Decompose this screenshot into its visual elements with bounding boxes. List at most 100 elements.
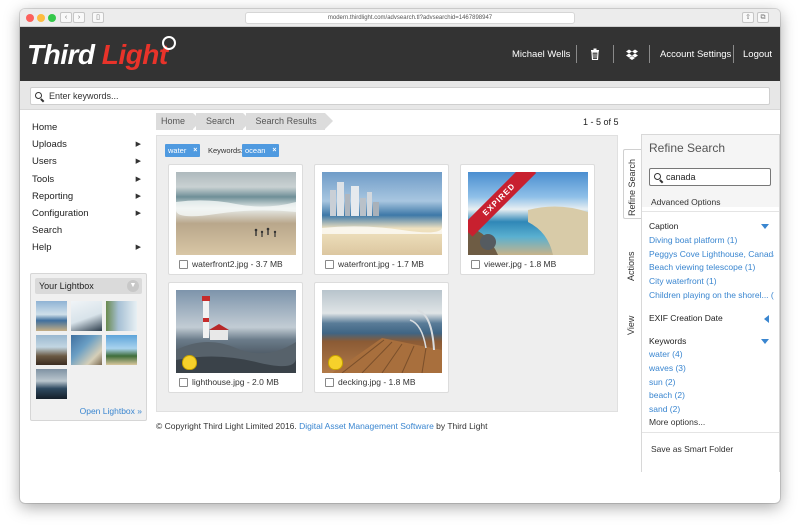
chevron-down-icon[interactable] [761,339,769,344]
breadcrumb: Home Search Search Results [156,113,333,130]
asset-caption[interactable]: decking.jpg - 1.8 MB [338,377,415,387]
account-settings-link[interactable]: Account Settings [660,27,731,81]
keyword-facet-item[interactable]: sun (2) [649,377,774,387]
caption-facet-header[interactable]: Caption [649,221,774,231]
keyword-facet-item[interactable]: beach (2) [649,390,774,400]
minimize-window-button[interactable] [37,14,45,22]
sidebar-item-uploads[interactable]: Uploads ▶ [32,136,147,153]
sidebar-item-label: Help [32,242,52,254]
sidebar-item-tools[interactable]: Tools ▶ [32,171,147,188]
advanced-options-link[interactable]: Advanced Options [651,197,776,207]
caption-facet-item[interactable]: City waterfront (1) [649,276,774,286]
header-divider [649,45,650,63]
asset-caption[interactable]: lighthouse.jpg - 2.0 MB [192,377,279,387]
asset-caption[interactable]: viewer.jpg - 1.8 MB [484,259,556,269]
filter-tag-label: ocean [245,146,266,155]
tab-refine-search[interactable]: Refine Search [623,149,642,219]
lightbox-header[interactable]: Your Lightbox ▼ [35,278,142,294]
sidebar-toggle-icon[interactable]: ▯ [92,12,104,23]
asset-thumbnail[interactable]: EXPIRED [468,172,588,255]
sidebar-item-home[interactable]: Home [32,119,147,136]
chevron-right-icon: ▶ [135,175,141,183]
footer-dam-link[interactable]: Digital Asset Management Software [299,421,434,431]
exif-facet-header[interactable]: EXIF Creation Date [649,313,774,323]
dropbox-icon[interactable] [626,27,638,81]
refine-search-input[interactable]: canada [649,168,771,186]
remove-tag-icon[interactable]: × [193,144,197,157]
caption-facet-item[interactable]: Peggys Cove Lighthouse, Canada [649,249,774,259]
more-options-link[interactable]: More options... [649,417,774,427]
sidebar-item-users[interactable]: Users ▶ [32,153,147,170]
header-divider [576,45,577,63]
asset-thumbnail[interactable] [322,290,442,373]
open-lightbox-link[interactable]: Open Lightbox » [80,406,142,416]
asset-caption[interactable]: waterfront.jpg - 1.7 MB [338,259,424,269]
logout-link[interactable]: Logout [743,27,772,81]
lightbox-panel: Your Lightbox ▼ Open Lightbox » [30,273,147,421]
asset-card[interactable]: waterfront.jpg - 1.7 MB [314,164,449,275]
chevron-down-icon[interactable]: ▼ [127,280,139,292]
footer: © Copyright Third Light Limited 2016. Di… [156,421,488,431]
remove-tag-icon[interactable]: × [272,144,276,157]
select-checkbox[interactable] [179,260,188,269]
keyword-facet-item[interactable]: waves (3) [649,363,774,373]
lightbox-thumbnail[interactable] [106,335,137,365]
address-bar[interactable]: modern.thirdlight.com/advsearch.tl?advse… [245,12,575,24]
breadcrumb-search[interactable]: Search [196,113,251,130]
maximize-window-button[interactable] [48,14,56,22]
third-light-logo[interactable]: Third Light [27,39,168,71]
asset-thumbnail[interactable] [176,290,296,373]
select-checkbox[interactable] [471,260,480,269]
share-icon[interactable]: ⇧ [742,12,754,23]
trash-icon[interactable] [590,27,600,81]
breadcrumb-home[interactable]: Home [156,113,202,130]
sidebar-item-search[interactable]: Search [32,222,147,239]
sidebar-item-label: Users [32,156,57,168]
asset-card[interactable]: lighthouse.jpg - 2.0 MB [168,282,303,393]
sidebar-item-help[interactable]: Help ▶ [32,239,147,256]
forward-button[interactable]: › [73,12,85,23]
caption-facet-item[interactable]: Children playing on the shorel... (1) [649,290,774,300]
lightbox-thumbnail[interactable] [71,301,102,331]
filter-tag-water[interactable]: water × [165,144,201,157]
keyword-facet-item[interactable]: sand (2) [649,404,774,414]
close-window-button[interactable] [26,14,34,22]
save-smart-folder-link[interactable]: Save as Smart Folder [651,444,776,454]
search-input[interactable]: Enter keywords... [30,87,770,105]
tab-label: Actions [626,251,636,281]
back-button[interactable]: ‹ [60,12,72,23]
tab-actions[interactable]: Actions [623,239,642,283]
caption-facet-item[interactable]: Diving boat platform (1) [649,235,774,245]
asset-card[interactable]: EXPIRED viewer.jpg - 1.8 MB [460,164,595,275]
select-checkbox[interactable] [325,378,334,387]
sidebar-nav: Home Uploads ▶ Users ▶ Tools ▶ Reporting ▶ C… [32,119,147,257]
lightbox-thumbnail[interactable] [36,301,67,331]
lightbox-thumbnail[interactable] [71,335,102,365]
sidebar-item-label: Tools [32,173,55,185]
sidebar-item-reporting[interactable]: Reporting ▶ [32,188,147,205]
search-icon [654,173,664,184]
caption-facet-item[interactable]: Beach viewing telescope (1) [649,262,774,272]
asset-caption[interactable]: waterfront2.jpg - 3.7 MB [192,259,283,269]
asset-card[interactable]: decking.jpg - 1.8 MB [314,282,449,393]
asset-thumbnail[interactable] [322,172,442,255]
logo-text-red: Light [101,39,168,70]
tab-view[interactable]: View [623,305,642,335]
lightbox-thumbnail[interactable] [36,335,67,365]
lightbox-thumbnail[interactable] [106,301,137,331]
chevron-down-icon[interactable] [761,224,769,229]
asset-card[interactable]: waterfront2.jpg - 3.7 MB [168,164,303,275]
keyword-facet-item[interactable]: water (4) [649,349,774,359]
sidebar-item-configuration[interactable]: Configuration ▶ [32,205,147,222]
user-name-link[interactable]: Michael Wells [512,27,570,81]
tabs-icon[interactable]: ⧉ [757,12,769,23]
search-placeholder: Enter keywords... [49,91,119,101]
select-checkbox[interactable] [325,260,334,269]
browser-titlebar: ‹ › ▯ modern.thirdlight.com/advsearch.tl… [20,9,780,27]
keywords-facet-header[interactable]: Keywords [649,336,774,346]
lightbox-thumbnail[interactable] [36,369,67,399]
filter-tag-ocean[interactable]: ocean × [242,144,280,157]
chevron-left-icon[interactable] [764,315,769,323]
asset-thumbnail[interactable] [176,172,296,255]
select-checkbox[interactable] [179,378,188,387]
